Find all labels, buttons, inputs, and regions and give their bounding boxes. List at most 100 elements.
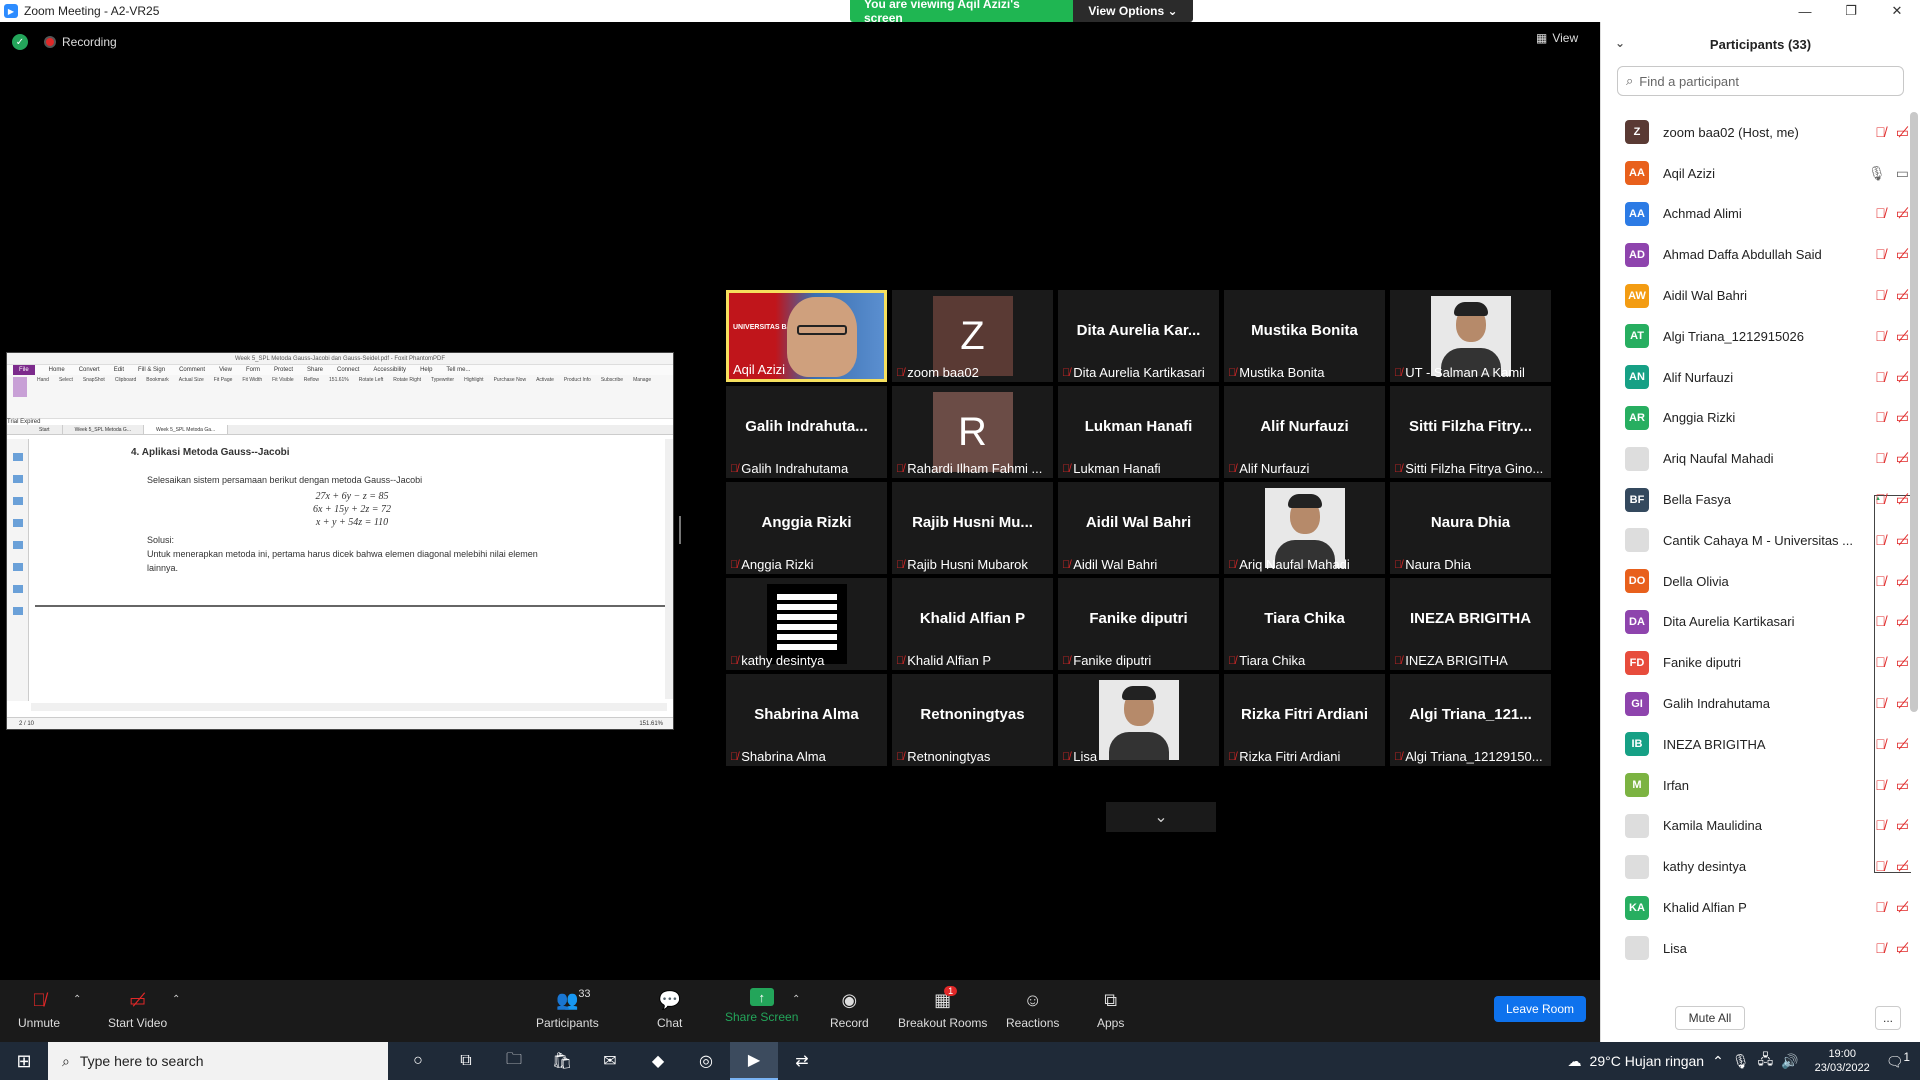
participant-row[interactable]: kathy desintya 🎙̸ ▭̸ bbox=[1601, 846, 1911, 887]
start-video-button[interactable]: ▭̸ Start Video bbox=[108, 988, 167, 1031]
foxit-doc-tab[interactable]: Start bbox=[27, 425, 63, 434]
video-tile[interactable]: Alif Nurfauzi 🎙̸ Alif Nurfauzi bbox=[1224, 386, 1385, 478]
zoom-level[interactable]: 151.61% bbox=[639, 718, 663, 729]
foxit-ribbon-item[interactable]: Select bbox=[59, 377, 73, 416]
video-icon[interactable]: ▭ bbox=[1896, 165, 1909, 182]
foxit-doc-tab[interactable]: Week 5_SPL Metoda G... bbox=[63, 425, 144, 434]
video-tile[interactable]: Mustika Bonita 🎙̸ Mustika Bonita bbox=[1224, 290, 1385, 382]
video-tile[interactable]: UNIVERSITAS BAKRIE Aqil Azizi bbox=[726, 290, 887, 382]
mic-muted-icon[interactable]: 🎙̸ bbox=[1875, 858, 1886, 875]
foxit-ribbon-item[interactable]: Reflow bbox=[304, 377, 319, 416]
participant-row[interactable]: AD Ahmad Daffa Abdullah Said 🎙̸ ▭̸ bbox=[1601, 234, 1911, 275]
mic-muted-icon[interactable]: 🎙̸ bbox=[1875, 777, 1886, 794]
video-options-caret-icon[interactable]: ⌃ bbox=[172, 994, 180, 1005]
video-off-icon[interactable]: ▭̸ bbox=[1896, 777, 1909, 794]
pdf-vertical-scrollbar[interactable] bbox=[665, 439, 673, 699]
participant-list-scrollbar[interactable] bbox=[1910, 112, 1918, 712]
foxit-ribbon-item[interactable]: Fit Page bbox=[214, 377, 233, 416]
mail-icon[interactable]: ✉ bbox=[586, 1042, 634, 1080]
video-tile[interactable]: Rizka Fitri Ardiani 🎙̸ Rizka Fitri Ardiani bbox=[1224, 674, 1385, 766]
video-off-icon[interactable]: ▭̸ bbox=[1896, 246, 1909, 263]
windows-start-icon[interactable]: ⊞ bbox=[0, 1042, 48, 1080]
video-off-icon[interactable]: ▭̸ bbox=[1896, 369, 1909, 386]
foxit-ribbon-item[interactable]: Purchase Now bbox=[494, 377, 527, 416]
hand-tool-icon[interactable] bbox=[13, 377, 27, 397]
mic-muted-icon[interactable]: 🎙̸ bbox=[1875, 899, 1886, 916]
chat-button[interactable]: 💬 Chat bbox=[657, 988, 682, 1031]
chrome-icon[interactable]: ◎ bbox=[682, 1042, 730, 1080]
video-off-icon[interactable]: ▭̸ bbox=[1896, 450, 1909, 467]
mic-muted-icon[interactable]: 🎙̸ bbox=[1875, 940, 1886, 957]
view-button[interactable]: ▦ View bbox=[1536, 31, 1578, 45]
taskbar-search-input[interactable]: ⌕ Type here to search bbox=[48, 1042, 388, 1080]
foxit-ribbon-item[interactable]: Typewriter bbox=[431, 377, 454, 416]
foxit-ribbon-item[interactable]: Subscribe bbox=[601, 377, 623, 416]
video-off-icon[interactable]: ▭̸ bbox=[1896, 205, 1909, 222]
video-off-icon[interactable]: ▭̸ bbox=[1896, 695, 1909, 712]
participant-row[interactable]: DA Dita Aurelia Kartikasari 🎙̸ ▭̸ bbox=[1601, 602, 1911, 643]
weather-text[interactable]: 29°C Hujan ringan bbox=[1590, 1053, 1705, 1069]
video-tile[interactable]: 🎙̸ Ariq Naufal Mahadi bbox=[1224, 482, 1385, 574]
foxit-ribbon-item[interactable]: Bookmark bbox=[146, 377, 169, 416]
video-off-icon[interactable]: ▭̸ bbox=[1896, 328, 1909, 345]
foxit-ribbon-item[interactable]: Hand bbox=[37, 377, 49, 416]
participant-row[interactable]: DO Della Olivia 🎙̸ ▭̸ bbox=[1601, 561, 1911, 602]
foxit-menu-item[interactable]: Edit bbox=[114, 365, 124, 375]
mic-muted-icon[interactable]: 🎙̸ bbox=[1875, 613, 1886, 630]
participant-row[interactable]: KA Khalid Alfian P 🎙̸ ▭̸ bbox=[1601, 887, 1911, 928]
zoom-taskbar-icon[interactable]: ▶ bbox=[730, 1042, 778, 1080]
participant-row[interactable]: AA Aqil Azizi ▲ 🎙 ▭ bbox=[1601, 153, 1911, 873]
mic-muted-icon[interactable]: 🎙̸ bbox=[1875, 124, 1886, 141]
notifications-icon[interactable]: 🗨1 bbox=[1886, 1051, 1910, 1071]
share-options-caret-icon[interactable]: ⌃ bbox=[792, 994, 800, 1005]
foxit-menu-item[interactable]: Share bbox=[307, 365, 323, 375]
foxit-menu-item[interactable]: Protect bbox=[274, 365, 293, 375]
foxit-menu-item[interactable]: View bbox=[219, 365, 232, 375]
mic-muted-icon[interactable]: 🎙̸ bbox=[1875, 491, 1886, 508]
mic-muted-icon[interactable]: 🎙̸ bbox=[1875, 450, 1886, 467]
foxit-file-menu[interactable]: File bbox=[13, 365, 35, 375]
video-tile[interactable]: Khalid Alfian P 🎙̸ Khalid Alfian P bbox=[892, 578, 1053, 670]
weather-icon[interactable]: ☁ bbox=[1568, 1053, 1582, 1070]
video-off-icon[interactable]: ▭̸ bbox=[1896, 409, 1909, 426]
maximize-button[interactable]: ❐ bbox=[1828, 0, 1874, 22]
network-icon[interactable]: 🖧 bbox=[1758, 1049, 1774, 1073]
video-tile[interactable]: Aidil Wal Bahri 🎙̸ Aidil Wal Bahri bbox=[1058, 482, 1219, 574]
close-button[interactable]: ✕ bbox=[1874, 0, 1920, 22]
record-button[interactable]: ◉ Record bbox=[830, 988, 869, 1031]
video-tile[interactable]: Naura Dhia 🎙̸ Naura Dhia bbox=[1390, 482, 1551, 574]
video-off-icon[interactable]: ▭̸ bbox=[1896, 940, 1909, 957]
participant-row[interactable]: IB INEZA BRIGITHA 🎙̸ ▭̸ bbox=[1601, 724, 1911, 765]
cortana-icon[interactable]: ○ bbox=[394, 1042, 442, 1080]
video-tile[interactable]: Fanike diputri 🎙̸ Fanike diputri bbox=[1058, 578, 1219, 670]
foxit-menu-item[interactable]: Help bbox=[420, 365, 432, 375]
video-tile[interactable]: INEZA BRIGITHA 🎙̸ INEZA BRIGITHA bbox=[1390, 578, 1551, 670]
participant-row[interactable]: AT Algi Triana_1212915026 🎙̸ ▭̸ bbox=[1601, 316, 1911, 357]
collapse-chevron-icon[interactable]: ⌄ bbox=[1615, 36, 1625, 50]
more-options-button[interactable]: ... bbox=[1875, 1006, 1901, 1030]
breakout-rooms-button[interactable]: ▦ 1 Breakout Rooms bbox=[898, 986, 987, 1030]
participant-row[interactable]: AW Aidil Wal Bahri 🎙̸ ▭̸ bbox=[1601, 275, 1911, 316]
mic-muted-icon[interactable]: 🎙̸ bbox=[1875, 205, 1886, 222]
foxit-doc-tab[interactable]: Week 5_SPL Metoda Ga... bbox=[143, 425, 229, 434]
unmute-button[interactable]: 🎙̸ Unmute bbox=[18, 988, 60, 1031]
mic-muted-icon[interactable]: 🎙̸ bbox=[1875, 328, 1886, 345]
foxit-ribbon-item[interactable]: Highlight bbox=[464, 377, 483, 416]
video-off-icon[interactable]: ▭̸ bbox=[1896, 858, 1909, 875]
view-options-button[interactable]: View Options ⌄ bbox=[1073, 0, 1193, 22]
volume-icon[interactable]: 🔊 bbox=[1781, 1053, 1798, 1070]
video-off-icon[interactable]: ▭̸ bbox=[1896, 899, 1909, 916]
participant-search-input[interactable]: ⌕ Find a participant bbox=[1617, 66, 1904, 96]
task-view-icon[interactable]: ⧉ bbox=[442, 1042, 490, 1080]
foxit-ribbon-item[interactable]: Manage bbox=[633, 377, 651, 416]
foxit-ribbon-item[interactable]: 151.61% bbox=[329, 377, 349, 416]
foxit-menu-item[interactable]: Convert bbox=[79, 365, 100, 375]
participant-row[interactable]: GI Galih Indrahutama 🎙̸ ▭̸ bbox=[1601, 683, 1911, 724]
video-tile[interactable]: Tiara Chika 🎙̸ Tiara Chika bbox=[1224, 578, 1385, 670]
video-off-icon[interactable]: ▭̸ bbox=[1896, 654, 1909, 671]
file-explorer-icon[interactable]: 🗀 bbox=[490, 1042, 538, 1080]
video-tile[interactable]: Rajib Husni Mu... 🎙̸ Rajib Husni Mubarok bbox=[892, 482, 1053, 574]
video-off-icon[interactable]: ▭̸ bbox=[1896, 736, 1909, 753]
foxit-ribbon-item[interactable]: Rotate Right bbox=[393, 377, 421, 416]
audio-options-caret-icon[interactable]: ⌃ bbox=[73, 994, 81, 1005]
